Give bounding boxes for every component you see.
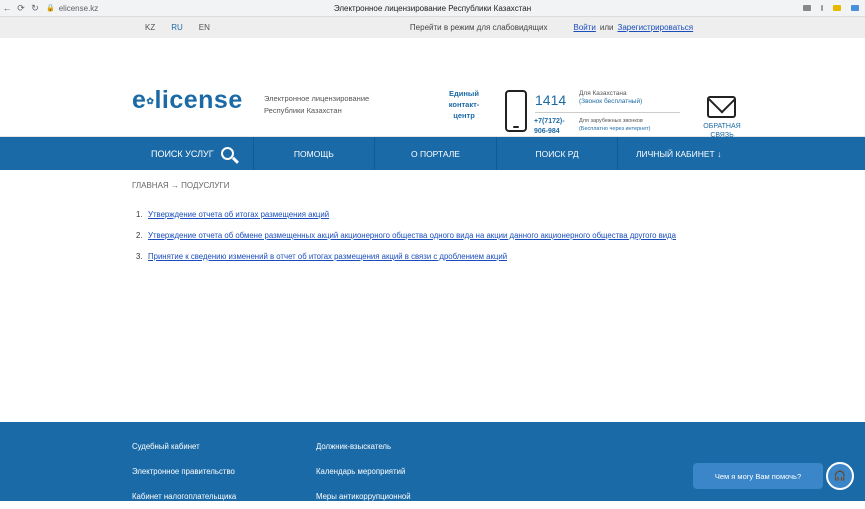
auth-links: Войти или Зарегистрироваться (573, 23, 693, 32)
footer-column-1: Судебный кабинет Электронное правительст… (132, 434, 236, 509)
footer-link[interactable]: Меры антикоррупционной (316, 484, 411, 509)
phone2-note2: (Бесплатно через интернет) (579, 126, 651, 132)
lang-ru[interactable]: RU (171, 23, 183, 32)
nav-search-services[interactable]: ПОИСК УСЛУГ (132, 137, 253, 170)
lang-kz[interactable]: KZ (145, 23, 155, 32)
nav-help[interactable]: ПОМОЩЬ (252, 137, 375, 170)
list-item-number: 3. (136, 252, 143, 261)
logo-desc-line2: Республики Казахстан (264, 106, 342, 115)
site-header: e✿license Электронное лицензирование Рес… (0, 38, 865, 140)
nav-search-rd[interactable]: ПОИСК РД (495, 137, 618, 170)
register-link[interactable]: Зарегистрироваться (617, 23, 693, 32)
contact-l1: Единый (449, 89, 479, 98)
footer-link[interactable]: Судебный кабинет (132, 434, 236, 459)
browser-extensions (803, 5, 865, 11)
phone-icon (505, 90, 527, 132)
feedback-link[interactable]: ОБРАТНАЯ СВЯЗЬ (698, 122, 746, 140)
headset-icon[interactable]: 🎧 (826, 462, 854, 490)
accessibility-link[interactable]: Перейти в режим для слабовидящих (410, 23, 548, 32)
main-navigation: ПОИСК УСЛУГ ПОМОЩЬ О ПОРТАЛЕ ПОИСК РД ЛИ… (0, 137, 865, 170)
menu-icon[interactable] (821, 5, 823, 11)
subservice-list: 1. Утверждение отчета об итогах размещени… (136, 210, 696, 262)
or-label: или (599, 23, 614, 32)
footer-link[interactable]: Электронное правительство (132, 459, 236, 484)
phone2-l1: +7(7172)- (534, 118, 565, 125)
nav-about[interactable]: О ПОРТАЛЕ (374, 137, 496, 170)
nav-personal-cabinet[interactable]: ЛИЧНЫЙ КАБИНЕТ ↓ (617, 137, 739, 170)
lock-icon: 🔒 (46, 5, 55, 12)
list-item: 2. Утверждение отчета об обмене размещенн… (136, 231, 696, 241)
list-item: 3. Принятие к сведению изменений в отчет … (136, 252, 696, 262)
logo-text: license (154, 86, 243, 114)
search-icon (220, 147, 234, 160)
hotline-number[interactable]: 1414 (535, 92, 566, 108)
divider (535, 112, 680, 113)
subservice-link[interactable]: Утверждение отчета об итогах размещения … (148, 210, 329, 220)
top-strip: KZ RU EN Перейти в режим для слабовидящи… (0, 17, 865, 38)
list-item: 1. Утверждение отчета об итогах размещени… (136, 210, 696, 220)
back-icon[interactable]: ← (0, 3, 14, 13)
logo-description: Электронное лицензирование Республики Ка… (264, 93, 369, 117)
site-footer: Судебный кабинет Электронное правительст… (0, 422, 865, 501)
footer-column-2: Должник-взыскатель Календарь мероприятий… (316, 434, 411, 509)
logo-e: e (132, 86, 147, 114)
hotline-note: Для Казахстана (Звонок бесплатный) (579, 90, 642, 106)
subservice-link[interactable]: Принятие к сведению изменений в отчет об… (148, 252, 507, 262)
browser-tab-title: Электронное лицензирование Республики Ка… (333, 3, 532, 13)
footer-link[interactable]: Кабинет налогоплательщика (132, 484, 236, 509)
mail-icon[interactable] (707, 96, 736, 118)
logo-desc-line1: Электронное лицензирование (264, 94, 370, 103)
hotline-note1: Для Казахстана (579, 90, 627, 97)
browser-toolbar: ← ⟳ ↻ 🔒 elicense.kz Электронное лицензир… (0, 0, 865, 17)
phone2-note1: Для зарубежных звонков (579, 118, 643, 124)
chat-help-button[interactable]: Чем я могу Вам помочь? (693, 463, 823, 489)
subservice-link[interactable]: Утверждение отчета об обмене размещенных… (148, 231, 676, 241)
feedback-l2: СВЯЗЬ (710, 132, 734, 139)
contact-center-label: Единый контакт- центр (437, 88, 491, 121)
contact-l2: контакт- (448, 100, 480, 109)
feedback-l1: ОБРАТНАЯ (703, 123, 741, 130)
breadcrumb: ГЛАВНАЯ → ПОДУСЛУГИ (132, 181, 230, 190)
address-bar[interactable]: 🔒 elicense.kz (46, 4, 98, 13)
bookmark-icon[interactable] (803, 5, 811, 11)
url-text: elicense.kz (58, 3, 99, 13)
site-logo[interactable]: e✿license (132, 86, 243, 115)
history-icon[interactable]: ⟳ (14, 3, 28, 14)
lang-en[interactable]: EN (199, 23, 210, 32)
list-item-number: 1. (136, 210, 143, 219)
footer-link[interactable]: Должник-взыскатель (316, 434, 411, 459)
contact-l3: центр (453, 111, 475, 120)
international-phone[interactable]: +7(7172)- 906-984 (534, 117, 565, 137)
hotline-note2: (Звонок бесплатный) (579, 98, 643, 105)
nav-search-label: ПОИСК УСЛУГ (150, 148, 214, 159)
extension-icon[interactable] (833, 5, 841, 11)
profile-icon[interactable] (851, 5, 859, 11)
list-item-number: 2. (136, 231, 143, 240)
footer-link[interactable]: Календарь мероприятий (316, 459, 411, 484)
language-switcher: KZ RU EN (145, 23, 210, 32)
international-note: Для зарубежных звонков (Бесплатно через … (579, 117, 650, 133)
login-link[interactable]: Войти (573, 23, 595, 32)
phone2-l2: 906-984 (534, 128, 560, 135)
reload-icon[interactable]: ↻ (28, 3, 42, 14)
